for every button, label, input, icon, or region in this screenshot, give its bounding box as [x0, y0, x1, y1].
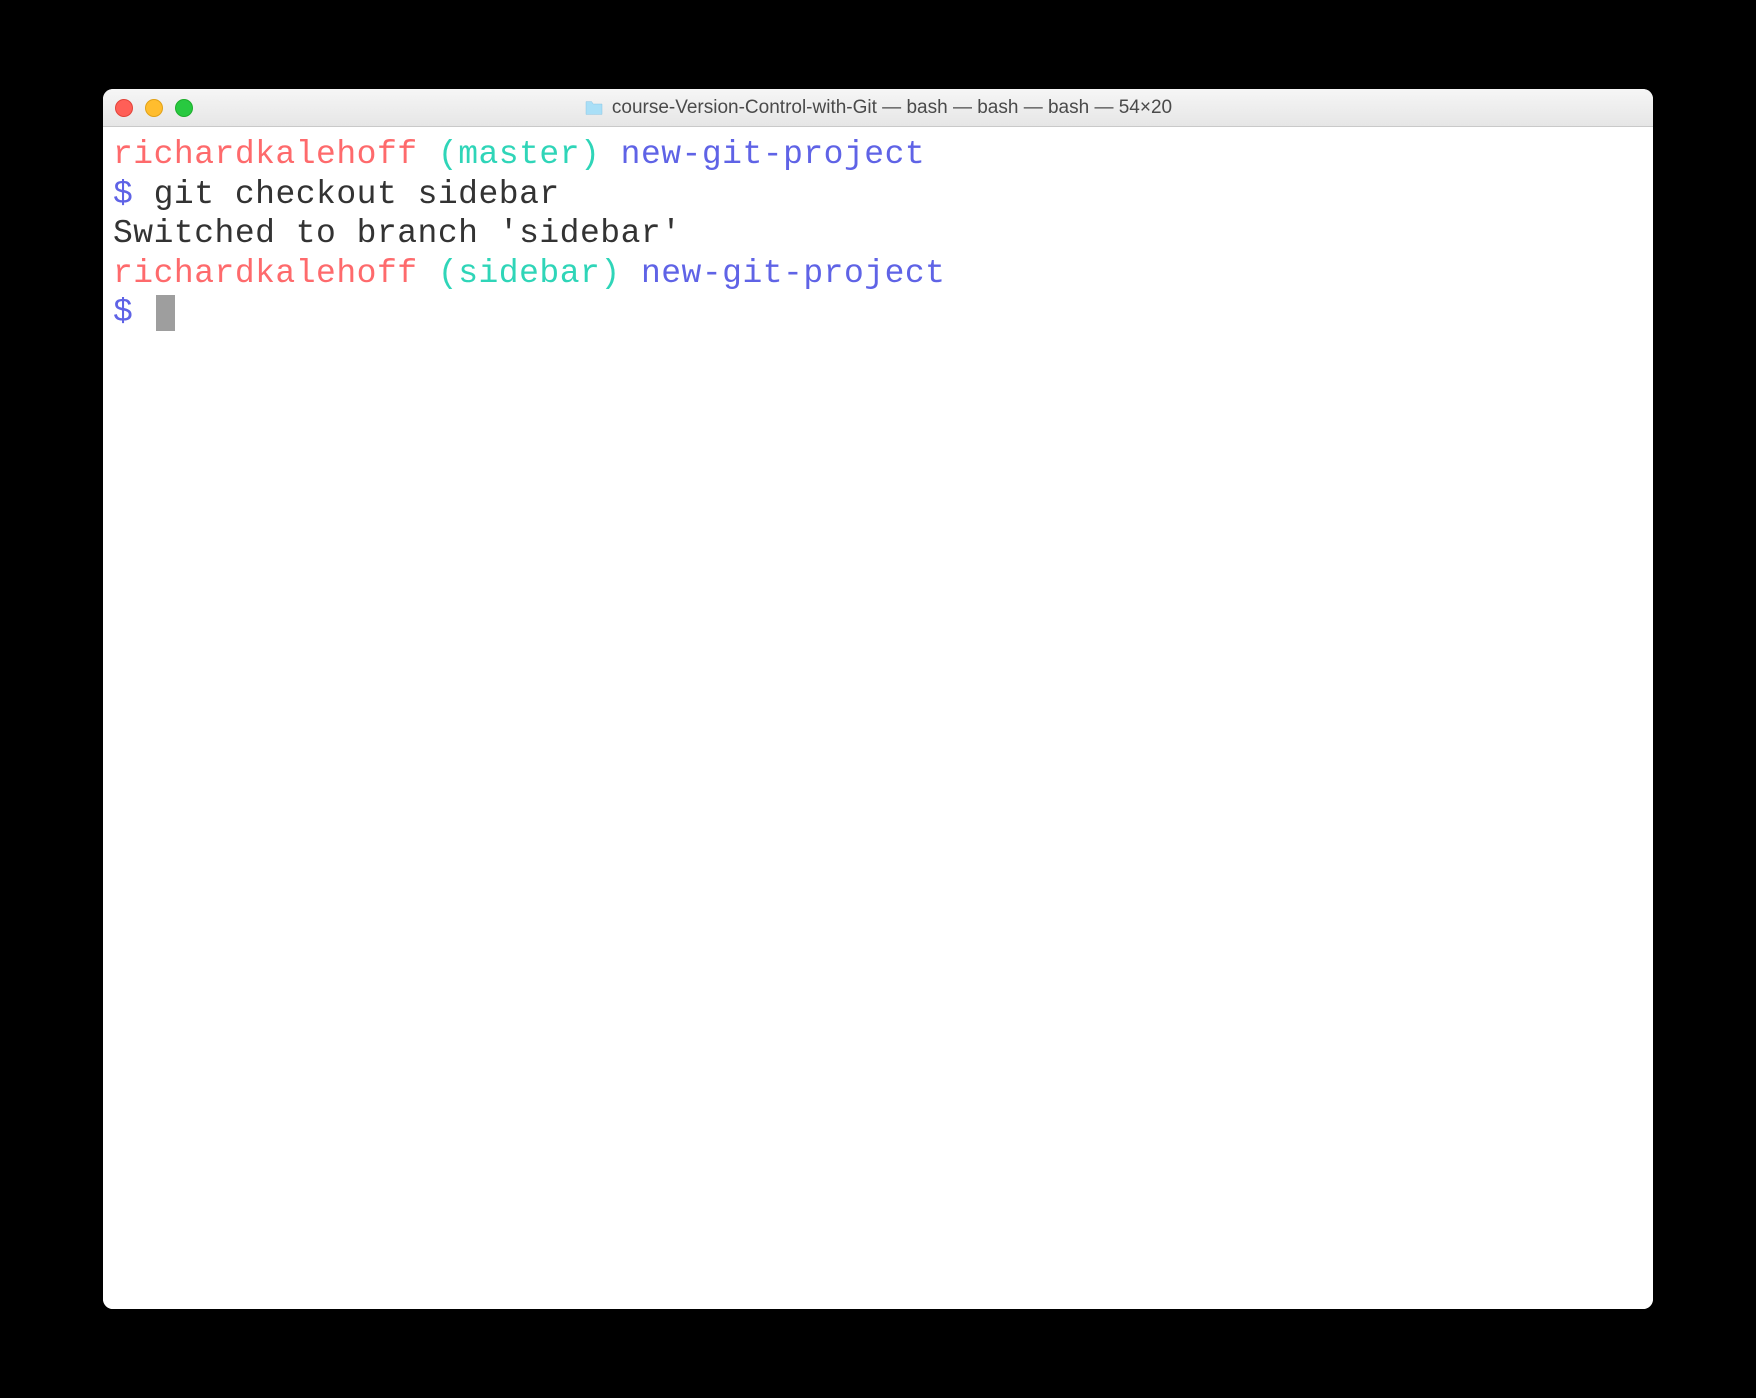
prompt-user: richardkalehoff — [113, 255, 418, 292]
folder-icon — [584, 100, 604, 116]
command-line: $ git checkout sidebar — [113, 175, 1643, 215]
branch-close-paren: ) — [580, 136, 600, 173]
branch-close-paren: ) — [600, 255, 620, 292]
traffic-lights — [115, 99, 193, 117]
branch-open-paren: ( — [438, 136, 458, 173]
window-title: course-Version-Control-with-Git — bash —… — [612, 97, 1172, 119]
title-container: course-Version-Control-with-Git — bash —… — [103, 97, 1653, 119]
title-bar: course-Version-Control-with-Git — bash —… — [103, 89, 1653, 127]
minimize-button[interactable] — [145, 99, 163, 117]
prompt-user: richardkalehoff — [113, 136, 418, 173]
output-text: Switched to branch 'sidebar' — [113, 215, 682, 252]
branch-open-paren: ( — [438, 255, 458, 292]
prompt-branch: sidebar — [458, 255, 600, 292]
terminal-window: course-Version-Control-with-Git — bash —… — [103, 89, 1653, 1309]
command-text: git checkout sidebar — [154, 176, 560, 213]
output-line: Switched to branch 'sidebar' — [113, 214, 1643, 254]
terminal-body[interactable]: richardkalehoff (master) new-git-project… — [103, 127, 1653, 1309]
prompt-dir: new-git-project — [621, 136, 926, 173]
prompt-dir: new-git-project — [641, 255, 946, 292]
prompt-line: richardkalehoff (sidebar) new-git-projec… — [113, 254, 1643, 294]
command-cursor-line: $ — [113, 293, 1643, 333]
prompt-symbol: $ — [113, 294, 133, 331]
cursor — [156, 295, 175, 331]
maximize-button[interactable] — [175, 99, 193, 117]
prompt-branch: master — [458, 136, 580, 173]
prompt-line: richardkalehoff (master) new-git-project — [113, 135, 1643, 175]
close-button[interactable] — [115, 99, 133, 117]
prompt-symbol: $ — [113, 176, 133, 213]
